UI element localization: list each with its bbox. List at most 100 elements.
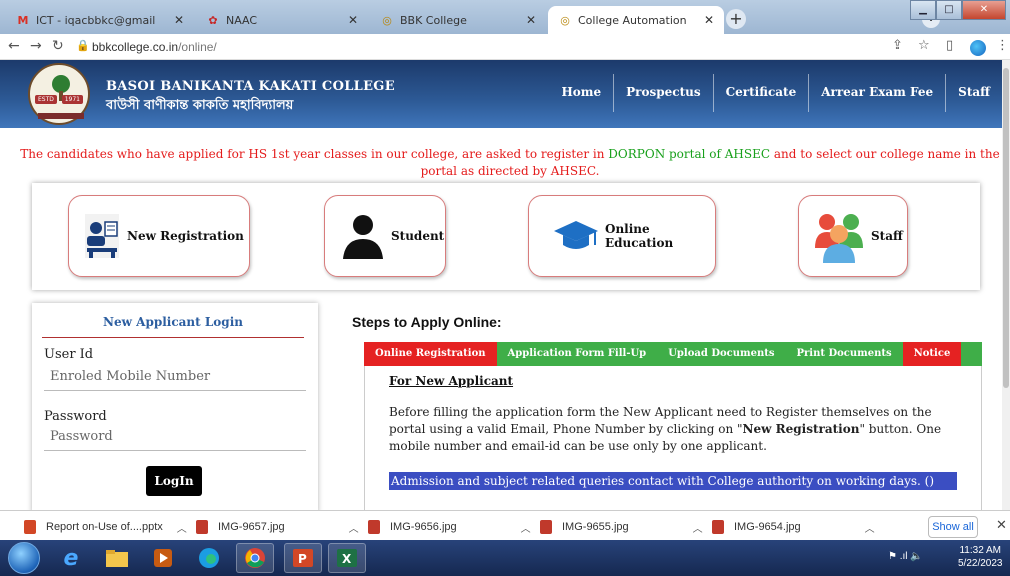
tab-application-form-fill-up[interactable]: Application Form Fill-Up (496, 342, 658, 366)
download-item[interactable]: IMG-9657.jpg ︿ (196, 517, 359, 537)
menu-kebab-icon[interactable]: ⋮ (996, 38, 1009, 53)
reload-icon[interactable]: ↻ (52, 38, 64, 54)
staff-group-icon (813, 208, 865, 264)
download-item[interactable]: IMG-9654.jpg ︿ (712, 517, 875, 537)
share-icon[interactable]: ⇪ (892, 38, 903, 53)
side-panel-icon[interactable]: ▯ (946, 38, 953, 53)
download-filename: Report on-Use of....pptx (46, 521, 163, 533)
tab-upload-documents[interactable]: Upload Documents (657, 342, 786, 366)
download-bar: Report on-Use of....pptx ︿ IMG-9657.jpg … (0, 510, 1010, 540)
admission-notice: The candidates who have applied for HS 1… (20, 146, 1000, 180)
tab-college-automation[interactable]: ◎ College Automation ✕ (548, 6, 724, 34)
nav-staff[interactable]: Staff (945, 74, 1002, 112)
tab-notice[interactable]: Notice (902, 342, 962, 366)
edge-icon[interactable] (190, 543, 228, 573)
powerpoint-icon[interactable]: P (284, 543, 322, 573)
chevron-up-icon[interactable]: ︿ (521, 520, 531, 535)
close-icon[interactable]: ✕ (348, 13, 358, 27)
password-label: Password (44, 409, 107, 424)
tile-label: Online Education (605, 222, 674, 250)
steps-heading: For New Applicant (389, 374, 514, 388)
tab-gmail[interactable]: M ICT - iqacbbkc@gmail.com - Gm ✕ (6, 6, 194, 34)
college-logo[interactable]: ESTD 1971 (28, 63, 90, 125)
file-explorer-icon[interactable] (98, 543, 136, 573)
tab-bbk-college[interactable]: ◎ BBK College ✕ (370, 6, 546, 34)
student-icon (341, 211, 385, 261)
download-filename: IMG-9657.jpg (218, 521, 285, 533)
nav-home[interactable]: Home (549, 74, 613, 112)
clock[interactable]: 11:32 AM 5/22/2023 (958, 544, 1003, 570)
tab-print-documents[interactable]: Print Documents (785, 342, 903, 366)
site-header: ESTD 1971 BASOI BANIKANTA KAKATI COLLEGE… (0, 60, 1002, 128)
close-icon[interactable]: ✕ (704, 13, 714, 27)
forward-icon[interactable]: → (30, 38, 42, 54)
close-icon[interactable]: ✕ (526, 13, 536, 27)
login-title: New Applicant Login (42, 315, 304, 338)
steps-content: For New Applicant Before filling the app… (364, 366, 982, 512)
chevron-up-icon[interactable]: ︿ (349, 520, 359, 535)
svg-text:P: P (298, 552, 307, 566)
window-controls: ▁ □ ✕ (910, 0, 1006, 22)
college-icon: ◎ (382, 13, 392, 27)
excel-icon[interactable]: X (328, 543, 366, 573)
tile-online-education[interactable]: Online Education (528, 195, 716, 277)
gmail-icon: M (17, 13, 29, 27)
download-item[interactable]: Report on-Use of....pptx ︿ (24, 517, 187, 537)
login-button[interactable]: LogIn (146, 466, 202, 496)
minimize-button[interactable]: ▁ (910, 0, 936, 20)
user-id-input[interactable] (44, 363, 306, 391)
media-player-icon[interactable] (144, 543, 182, 573)
new-tab-button[interactable]: + (726, 9, 746, 29)
college-name-english: BASOI BANIKANTA KAKATI COLLEGE (106, 79, 395, 94)
back-icon[interactable]: ← (8, 38, 20, 54)
instructions-bold: New Registration (742, 422, 860, 436)
logo-year: 1971 (61, 95, 83, 104)
close-icon[interactable]: ✕ (996, 518, 1007, 533)
tile-student[interactable]: Student (324, 195, 446, 277)
download-item[interactable]: IMG-9656.jpg ︿ (368, 517, 531, 537)
chevron-up-icon[interactable]: ︿ (177, 520, 187, 535)
nav-arrear-exam-fee[interactable]: Arrear Exam Fee (808, 74, 945, 112)
tab-naac[interactable]: ✿ NAAC ✕ (196, 6, 368, 34)
college-icon: ◎ (560, 13, 570, 27)
tab-online-registration[interactable]: Online Registration (364, 342, 497, 366)
maximize-button[interactable]: □ (936, 0, 962, 20)
url-field[interactable]: bbkcollege.co.in/online/ (92, 40, 217, 54)
image-file-icon (712, 520, 724, 534)
close-icon[interactable]: ✕ (174, 13, 184, 27)
clock-time: 11:32 AM (959, 545, 1001, 556)
college-name-bengali: বাউসী বাণীকান্ত কাকতি মহাবিদ্যালয় (106, 98, 294, 113)
tile-staff[interactable]: Staff (798, 195, 908, 277)
url-domain: bbkcollege.co.in (92, 40, 179, 54)
password-input[interactable] (44, 423, 306, 451)
download-item[interactable]: IMG-9655.jpg ︿ (540, 517, 703, 537)
top-navigation: Home Prospectus Certificate Arrear Exam … (549, 74, 1002, 112)
chevron-up-icon[interactable]: ︿ (693, 520, 703, 535)
tab-label: BBK College (400, 13, 467, 27)
chrome-icon[interactable] (236, 543, 274, 573)
tile-new-registration[interactable]: New Registration (68, 195, 250, 277)
naac-icon: ✿ (208, 13, 218, 27)
page-scrollbar[interactable] (1002, 60, 1010, 510)
nav-certificate[interactable]: Certificate (712, 74, 809, 112)
service-tiles: New Registration Student Online Educatio… (32, 183, 980, 290)
chevron-up-icon[interactable]: ︿ (865, 520, 875, 535)
tile-label: Student (391, 229, 445, 243)
window-close-button[interactable]: ✕ (962, 0, 1006, 20)
tile-label: New Registration (127, 229, 244, 243)
start-button[interactable] (8, 542, 40, 574)
browser-tab-bar: M ICT - iqacbbkc@gmail.com - Gm ✕ ✿ NAAC… (0, 0, 1010, 34)
steps-instructions: Before filling the application form the … (389, 404, 963, 455)
profile-avatar[interactable] (970, 40, 986, 56)
lock-icon[interactable]: 🔒 (76, 39, 90, 52)
show-all-button[interactable]: Show all (928, 516, 978, 538)
download-filename: IMG-9654.jpg (734, 521, 801, 533)
internet-explorer-icon[interactable]: e (52, 543, 90, 573)
steps-tab-bar: Online Registration Application Form Fil… (364, 342, 982, 366)
image-file-icon (196, 520, 208, 534)
scrollbar-thumb[interactable] (1003, 68, 1009, 388)
system-tray-icons[interactable]: ⚑ .ıl 🔈 (888, 551, 923, 562)
windows-taskbar: e P X ⚑ .ıl 🔈 11:32 AM 5/22/2023 (0, 540, 1010, 576)
bookmark-star-icon[interactable]: ☆ (918, 38, 930, 53)
nav-prospectus[interactable]: Prospectus (613, 74, 712, 112)
